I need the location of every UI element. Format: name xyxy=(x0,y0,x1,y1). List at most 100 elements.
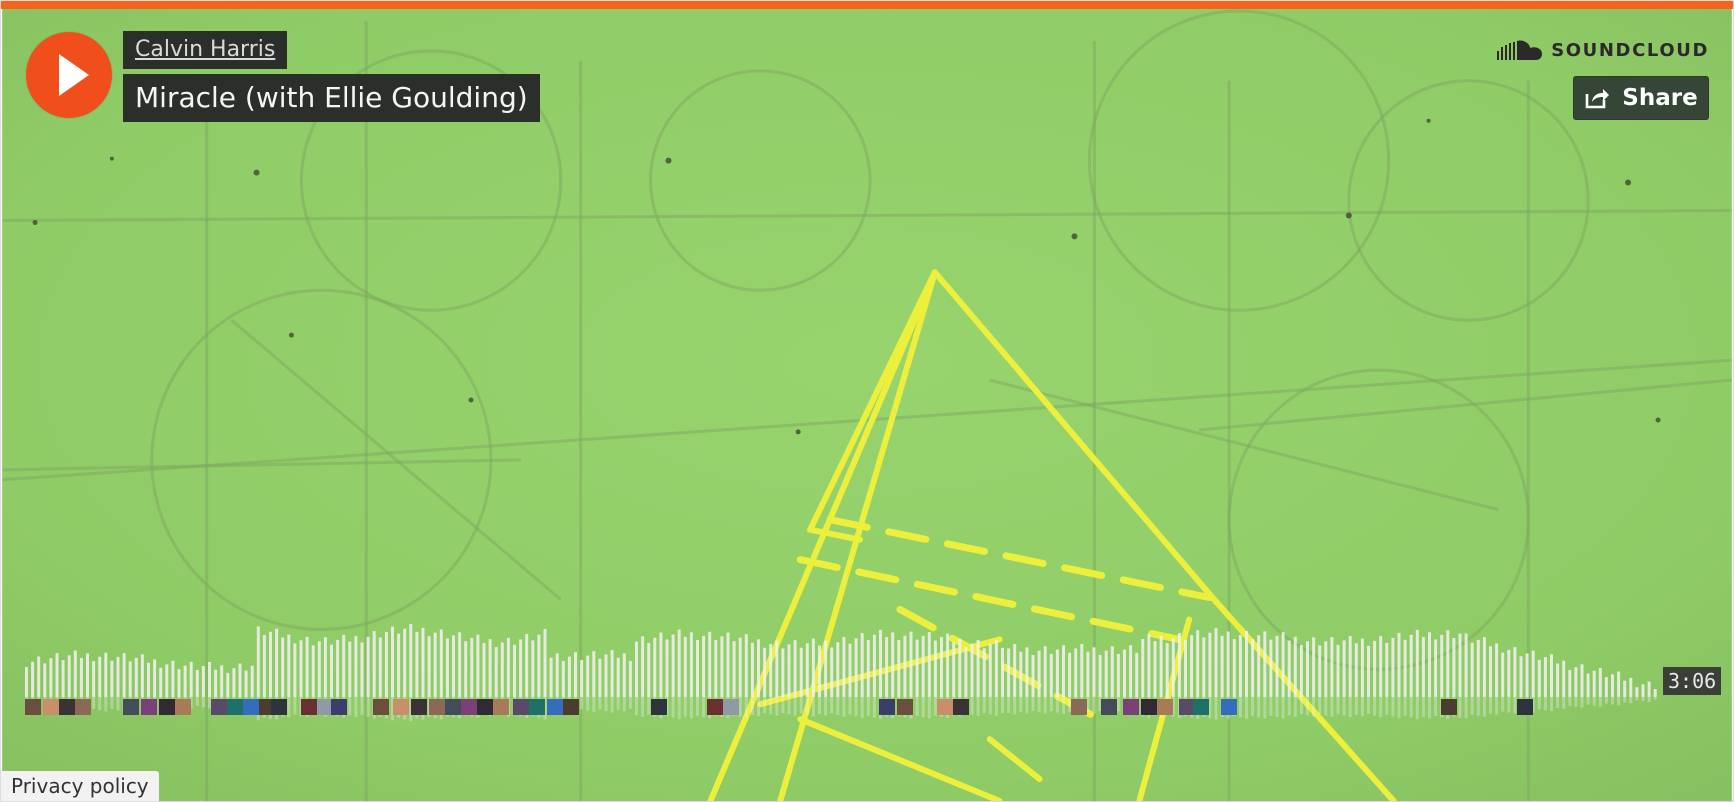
waveform-bar xyxy=(842,636,846,697)
waveform-bar xyxy=(1068,652,1072,697)
waveform-reflection-bar xyxy=(1476,697,1480,716)
waveform-bar xyxy=(1604,677,1608,697)
waveform-reflection-bar xyxy=(982,697,986,714)
waveform-bar xyxy=(879,629,882,697)
comment-avatar[interactable] xyxy=(331,699,347,715)
comment-avatar[interactable] xyxy=(227,699,243,715)
comment-avatar[interactable] xyxy=(211,699,227,715)
comment-avatar[interactable] xyxy=(707,699,723,715)
comment-avatar[interactable] xyxy=(141,699,157,715)
comment-avatar[interactable] xyxy=(1141,699,1157,715)
waveform-bar xyxy=(439,629,443,697)
waveform-bar xyxy=(1476,639,1480,697)
waveform-bar xyxy=(799,647,803,697)
waveform-bar xyxy=(128,661,132,697)
comment-avatar[interactable] xyxy=(1179,699,1195,715)
comment-avatar[interactable] xyxy=(1157,699,1173,715)
waveform-reflection-bar xyxy=(842,697,846,717)
comment-avatar[interactable] xyxy=(243,699,259,715)
waveform-bar xyxy=(476,634,480,697)
comment-avatar[interactable] xyxy=(547,699,563,715)
privacy-policy-link[interactable]: Privacy policy xyxy=(1,771,159,801)
waveform-bar xyxy=(384,631,388,697)
comment-avatar[interactable] xyxy=(493,699,509,715)
waveform-reflection-bar xyxy=(1592,697,1596,706)
comment-avatar[interactable] xyxy=(1441,699,1457,715)
waveform-bar xyxy=(1336,644,1340,697)
comment-avatar[interactable] xyxy=(897,699,913,715)
waveform-bar xyxy=(696,640,699,697)
waveform-reflection-bar xyxy=(1623,697,1627,703)
comment-avatar[interactable] xyxy=(953,699,969,715)
waveform-bar xyxy=(269,631,272,697)
waveform-reflection-bar xyxy=(830,697,834,714)
comment-avatar[interactable] xyxy=(393,699,409,715)
waveform-bar xyxy=(1342,640,1346,697)
comment-avatar[interactable] xyxy=(373,699,389,715)
waveform-bar xyxy=(92,661,96,697)
comment-avatar[interactable] xyxy=(1123,699,1139,715)
comment-avatar[interactable] xyxy=(1101,699,1117,715)
comment-avatar[interactable] xyxy=(513,699,529,715)
waveform-bar xyxy=(159,667,163,697)
comment-avatar[interactable] xyxy=(461,699,477,715)
comment-avatar[interactable] xyxy=(175,699,191,715)
share-button[interactable]: Share xyxy=(1573,76,1709,120)
waveform-bar xyxy=(330,644,333,697)
comment-avatar[interactable] xyxy=(25,699,41,715)
waveform-reflection-bar xyxy=(1653,697,1657,700)
waveform-bar xyxy=(421,627,425,697)
waveform-bar xyxy=(976,639,980,697)
comment-avatar[interactable] xyxy=(1193,699,1209,715)
waveform-bar xyxy=(342,634,346,697)
waveform-reflection-bar xyxy=(769,697,773,715)
waveform-bar xyxy=(1196,630,1200,697)
waveform-bar xyxy=(1037,650,1041,697)
comment-avatar[interactable] xyxy=(43,699,59,715)
play-button[interactable] xyxy=(26,32,112,118)
comment-avatar[interactable] xyxy=(159,699,175,715)
waveform-reflection-bar xyxy=(1245,697,1248,719)
waveform-bar xyxy=(885,637,889,697)
comment-avatar[interactable] xyxy=(529,699,545,715)
comment-avatar[interactable] xyxy=(723,699,739,715)
waveform-bar xyxy=(305,636,309,697)
waveform-bar xyxy=(604,654,608,697)
comment-avatar[interactable] xyxy=(651,699,667,715)
comment-avatar[interactable] xyxy=(563,699,579,715)
waveform-bar xyxy=(903,635,907,697)
waveform-bar xyxy=(787,644,791,697)
comment-avatar[interactable] xyxy=(317,699,333,715)
comment-avatar[interactable] xyxy=(1517,699,1533,715)
artist-link[interactable]: Calvin Harris xyxy=(123,31,288,69)
comment-avatar[interactable] xyxy=(271,699,287,715)
waveform-reflection-bar xyxy=(635,697,638,716)
comment-avatar[interactable] xyxy=(879,699,895,715)
waveform-reflection-bar xyxy=(586,697,590,711)
waveform-bar xyxy=(354,636,358,697)
comment-avatar[interactable] xyxy=(1221,699,1237,715)
waveform-reflection-bar xyxy=(702,697,706,718)
waveform-reflection-bar xyxy=(1428,697,1431,719)
waveform-bar xyxy=(793,640,797,697)
waveform-reflection-bar xyxy=(1507,697,1511,713)
comment-avatar[interactable] xyxy=(445,699,461,715)
waveform-reflection-bar xyxy=(1068,697,1072,712)
waveform-bar xyxy=(1348,635,1352,697)
comment-avatar[interactable] xyxy=(75,699,91,715)
comment-avatar[interactable] xyxy=(301,699,317,715)
waveform-reflection-bar xyxy=(860,697,864,719)
comment-avatar[interactable] xyxy=(411,699,427,715)
comment-avatar[interactable] xyxy=(477,699,493,715)
comment-avatar[interactable] xyxy=(937,699,953,715)
comment-avatar[interactable] xyxy=(429,699,445,715)
waveform-reflection-bar xyxy=(927,697,931,719)
comment-avatar[interactable] xyxy=(59,699,75,715)
comment-avatar[interactable] xyxy=(1071,699,1087,715)
waveform-bar xyxy=(201,666,205,697)
soundcloud-logo[interactable]: SOUNDCLOUD xyxy=(1497,37,1709,63)
waveform-bar xyxy=(1019,651,1023,697)
waveform-bar xyxy=(683,636,687,697)
waveform-reflection-bar xyxy=(1031,697,1035,711)
comment-avatar[interactable] xyxy=(123,699,139,715)
